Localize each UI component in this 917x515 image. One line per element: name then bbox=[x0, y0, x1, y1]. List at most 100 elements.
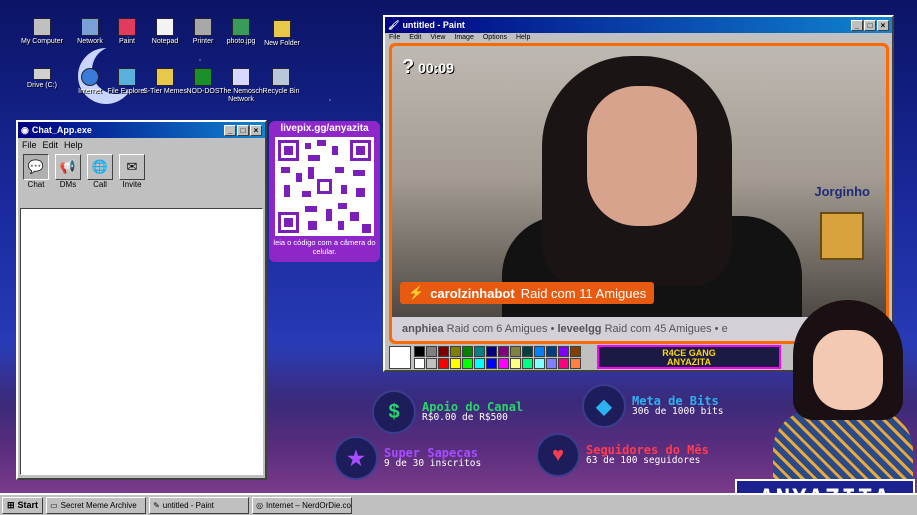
globe-icon: 🌐 bbox=[87, 154, 113, 180]
palette-swatch[interactable] bbox=[426, 358, 437, 369]
webcam-frame: ? 00:09 Jorginho ⚡ carolzinhabot Raid co… bbox=[389, 43, 889, 344]
tool-chat[interactable]: 💬 Chat bbox=[22, 154, 50, 189]
palette-swatch[interactable] bbox=[486, 358, 497, 369]
menu-edit[interactable]: Edit bbox=[409, 34, 421, 41]
menu-edit[interactable]: Edit bbox=[43, 140, 59, 150]
menu-image[interactable]: Image bbox=[454, 34, 473, 41]
qr-url: livepix.gg/anyazita bbox=[280, 123, 369, 134]
palette-swatch[interactable] bbox=[462, 346, 473, 357]
palette-swatch[interactable] bbox=[558, 358, 569, 369]
minimize-button[interactable]: _ bbox=[224, 124, 236, 136]
close-button[interactable]: × bbox=[250, 124, 262, 136]
webcam-feed: ? 00:09 Jorginho ⚡ carolzinhabot Raid co… bbox=[392, 46, 886, 341]
stream-timer: ? 00:09 bbox=[402, 56, 454, 78]
tool-invite[interactable]: ✉ Invite bbox=[118, 154, 146, 189]
paint-app-icon: 🖌 bbox=[388, 19, 400, 30]
windows-logo-icon: ⊞ bbox=[7, 499, 15, 510]
dollar-icon: $ bbox=[372, 390, 416, 434]
palette-swatch[interactable] bbox=[522, 358, 533, 369]
chat-app-icon: ◉ bbox=[21, 124, 29, 135]
diamond-icon: ◆ bbox=[582, 384, 626, 428]
task-secret-meme-archive[interactable]: ▭ Secret Meme Archive bbox=[46, 496, 147, 514]
computer-icon bbox=[33, 18, 51, 36]
palette-swatch[interactable] bbox=[414, 346, 425, 357]
palette-swatch[interactable] bbox=[534, 346, 545, 357]
printer-icon bbox=[194, 18, 212, 36]
drive-icon bbox=[33, 68, 51, 80]
paint-icon bbox=[118, 18, 136, 36]
menu-options[interactable]: Options bbox=[483, 34, 507, 41]
menu-file[interactable]: File bbox=[389, 34, 400, 41]
goal-support: $ Apoio do Canal R$0.00 de R$500 bbox=[372, 390, 523, 434]
chat-titlebar[interactable]: ◉ Chat_App.exe _ □ × bbox=[18, 122, 265, 138]
chat-toolbar: 💬 Chat 📢 DMs 🌐 Call ✉ Invite bbox=[18, 152, 265, 191]
palette-swatch[interactable] bbox=[438, 358, 449, 369]
palette-swatch[interactable] bbox=[570, 358, 581, 369]
menu-help[interactable]: Help bbox=[516, 34, 530, 41]
maximize-button[interactable]: □ bbox=[864, 19, 876, 31]
raid-text: Raid com 11 Amigues bbox=[520, 285, 647, 301]
memes-folder-icon bbox=[156, 68, 174, 86]
taskbar: ⊞ Start ▭ Secret Meme Archive ✎ untitled… bbox=[0, 493, 917, 515]
palette-swatch[interactable] bbox=[510, 346, 521, 357]
start-button[interactable]: ⊞ Start bbox=[2, 496, 44, 514]
chat-app-window[interactable]: ◉ Chat_App.exe _ □ × File Edit Help 💬 Ch… bbox=[16, 120, 267, 480]
nemosch-network-icon bbox=[232, 68, 250, 86]
desktop-icon-recycle-bin[interactable]: Recycle Bin bbox=[251, 68, 311, 96]
task-paint[interactable]: ✎ untitled - Paint bbox=[149, 496, 250, 514]
paint-titlebar[interactable]: 🖌 untitled - Paint _ □ × bbox=[385, 17, 892, 33]
tool-call[interactable]: 🌐 Call bbox=[86, 154, 114, 189]
question-mark-icon: ? bbox=[402, 56, 415, 78]
chat-window-title: Chat_App.exe bbox=[31, 125, 92, 135]
palette-swatch[interactable] bbox=[498, 358, 509, 369]
palette-swatch[interactable] bbox=[558, 346, 569, 357]
paint-window-title: untitled - Paint bbox=[402, 20, 465, 30]
image-file-icon bbox=[232, 18, 250, 36]
qr-donation-panel: livepix.gg/anyazita leia o código com a … bbox=[269, 121, 380, 262]
raid-alert-banner: ⚡ carolzinhabot Raid com 11 Amigues bbox=[400, 282, 655, 304]
menu-view[interactable]: View bbox=[430, 34, 445, 41]
palette-swatch[interactable] bbox=[426, 346, 437, 357]
palette-swatch[interactable] bbox=[474, 358, 485, 369]
palette-swatch[interactable] bbox=[546, 358, 557, 369]
palette-swatch[interactable] bbox=[474, 346, 485, 357]
task-internet[interactable]: ◎ Internet – NerdOrDie.com bbox=[252, 496, 353, 514]
maximize-button[interactable]: □ bbox=[237, 124, 249, 136]
palette-swatch[interactable] bbox=[438, 346, 449, 357]
tool-dms[interactable]: 📢 DMs bbox=[54, 154, 82, 189]
envelope-icon: ✉ bbox=[119, 154, 145, 180]
desktop-icon-new-folder[interactable]: New Folder bbox=[252, 20, 312, 48]
chat-message-area[interactable] bbox=[20, 208, 263, 475]
heart-icon: ♥ bbox=[536, 433, 580, 477]
recycle-bin-icon bbox=[272, 68, 290, 86]
palette-swatch[interactable] bbox=[510, 358, 521, 369]
palette-swatch[interactable] bbox=[546, 346, 557, 357]
palette-swatch[interactable] bbox=[450, 346, 461, 357]
goal-followers-detail: 63 de 100 seguidores bbox=[586, 455, 701, 466]
minimize-button[interactable]: _ bbox=[851, 19, 863, 31]
palette-swatch[interactable] bbox=[462, 358, 473, 369]
menu-help[interactable]: Help bbox=[64, 140, 83, 150]
star-icon: ★ bbox=[334, 436, 378, 480]
goal-bits-detail: 306 de 1000 bits bbox=[632, 406, 724, 417]
qr-code bbox=[275, 137, 374, 236]
folder-icon: ▭ bbox=[50, 500, 58, 510]
current-color-swatch[interactable] bbox=[389, 346, 411, 369]
palette-swatch[interactable] bbox=[498, 346, 509, 357]
avatar-shirt bbox=[773, 410, 913, 485]
palette-swatch[interactable] bbox=[486, 346, 497, 357]
qr-caption: leia o código com a câmera do celular. bbox=[273, 238, 376, 256]
goal-subs-detail: 9 de 30 inscritos bbox=[384, 458, 482, 469]
palette-swatch[interactable] bbox=[522, 346, 533, 357]
pixel-cat-sprite bbox=[820, 212, 864, 260]
palette-swatch[interactable] bbox=[534, 358, 545, 369]
folder-icon bbox=[273, 20, 291, 38]
menu-file[interactable]: File bbox=[22, 140, 37, 150]
palette-swatch[interactable] bbox=[450, 358, 461, 369]
close-button[interactable]: × bbox=[877, 19, 889, 31]
palette-swatch[interactable] bbox=[570, 346, 581, 357]
chat-icon: 💬 bbox=[23, 154, 49, 180]
palette-swatch[interactable] bbox=[414, 358, 425, 369]
goal-subs: ★ Super Sapecas 9 de 30 inscritos bbox=[334, 436, 481, 480]
avatar-face bbox=[813, 330, 883, 410]
